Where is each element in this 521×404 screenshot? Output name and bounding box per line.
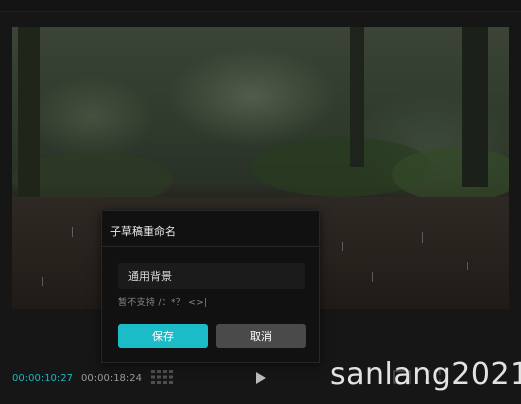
tree-trunk <box>350 27 364 167</box>
tree-trunk <box>18 27 40 202</box>
rain-streak <box>342 242 343 251</box>
rain-streak <box>42 277 43 286</box>
dialog-divider <box>102 246 319 247</box>
current-time: 00:00:10:27 <box>12 373 74 384</box>
tree-trunk <box>462 27 488 187</box>
dialog-title: 子草稿重命名 <box>110 225 176 238</box>
rain-streak <box>372 272 373 282</box>
grid-icon[interactable] <box>151 370 173 384</box>
watermark: sanlang2021 <box>330 357 521 392</box>
invalid-chars-hint: 暂不支持 /：*？ <>| <box>118 298 208 308</box>
rain-streak <box>422 232 423 243</box>
rain-streak <box>467 262 468 270</box>
cancel-button[interactable]: 取消 <box>216 324 306 348</box>
draft-name-input[interactable] <box>118 263 305 289</box>
total-time: 00:00:18:24 <box>81 373 143 384</box>
rain-streak <box>72 227 73 237</box>
rename-draft-dialog: 子草稿重命名 暂不支持 /：*？ <>| 保存 取消 <box>101 210 320 363</box>
play-icon[interactable] <box>255 371 267 385</box>
background-foliage <box>392 147 509 202</box>
save-button[interactable]: 保存 <box>118 324 208 348</box>
top-strip <box>0 0 521 12</box>
